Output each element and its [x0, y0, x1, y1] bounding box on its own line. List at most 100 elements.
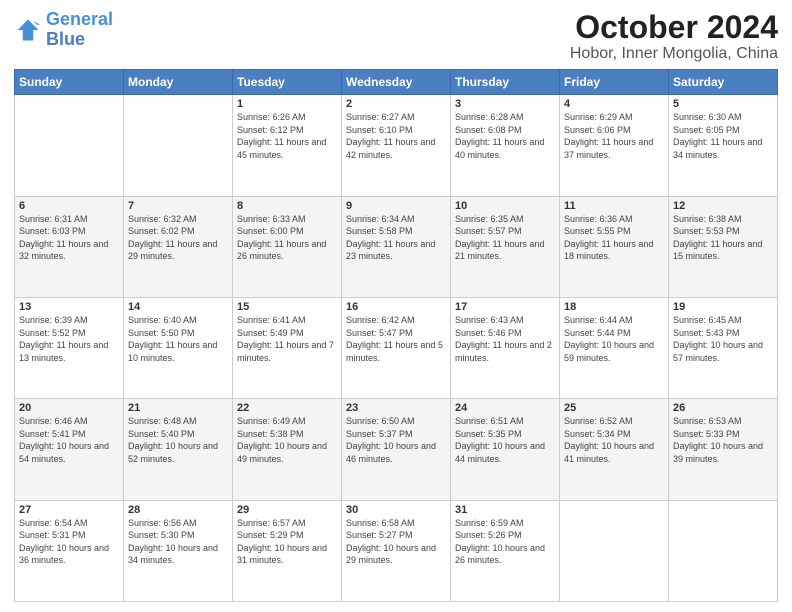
header-row: SundayMondayTuesdayWednesdayThursdayFrid…: [15, 70, 778, 95]
day-info: Sunrise: 6:28 AMSunset: 6:08 PMDaylight:…: [455, 111, 555, 161]
day-info: Sunrise: 6:59 AMSunset: 5:26 PMDaylight:…: [455, 517, 555, 567]
week-row-1: 6Sunrise: 6:31 AMSunset: 6:03 PMDaylight…: [15, 196, 778, 297]
calendar-cell: 23Sunrise: 6:50 AMSunset: 5:37 PMDayligh…: [342, 399, 451, 500]
calendar-cell: 4Sunrise: 6:29 AMSunset: 6:06 PMDaylight…: [560, 95, 669, 196]
day-number: 5: [673, 98, 773, 110]
day-number: 18: [564, 301, 664, 313]
day-number: 6: [19, 200, 119, 212]
day-info: Sunrise: 6:36 AMSunset: 5:55 PMDaylight:…: [564, 213, 664, 263]
day-info: Sunrise: 6:54 AMSunset: 5:31 PMDaylight:…: [19, 517, 119, 567]
header-day-wednesday: Wednesday: [342, 70, 451, 95]
day-number: 12: [673, 200, 773, 212]
title-block: October 2024 Hobor, Inner Mongolia, Chin…: [570, 10, 778, 63]
day-number: 27: [19, 504, 119, 516]
calendar-cell: 14Sunrise: 6:40 AMSunset: 5:50 PMDayligh…: [124, 297, 233, 398]
calendar-cell: 31Sunrise: 6:59 AMSunset: 5:26 PMDayligh…: [451, 500, 560, 601]
day-info: Sunrise: 6:57 AMSunset: 5:29 PMDaylight:…: [237, 517, 337, 567]
day-info: Sunrise: 6:44 AMSunset: 5:44 PMDaylight:…: [564, 314, 664, 364]
day-info: Sunrise: 6:27 AMSunset: 6:10 PMDaylight:…: [346, 111, 446, 161]
calendar-cell: [124, 95, 233, 196]
page-title: October 2024: [570, 10, 778, 45]
day-info: Sunrise: 6:42 AMSunset: 5:47 PMDaylight:…: [346, 314, 446, 364]
calendar-cell: 20Sunrise: 6:46 AMSunset: 5:41 PMDayligh…: [15, 399, 124, 500]
day-info: Sunrise: 6:40 AMSunset: 5:50 PMDaylight:…: [128, 314, 228, 364]
calendar-cell: 26Sunrise: 6:53 AMSunset: 5:33 PMDayligh…: [669, 399, 778, 500]
day-number: 9: [346, 200, 446, 212]
day-number: 13: [19, 301, 119, 313]
day-number: 2: [346, 98, 446, 110]
logo-line1: General: [46, 9, 113, 29]
day-info: Sunrise: 6:41 AMSunset: 5:49 PMDaylight:…: [237, 314, 337, 364]
day-number: 15: [237, 301, 337, 313]
day-info: Sunrise: 6:33 AMSunset: 6:00 PMDaylight:…: [237, 213, 337, 263]
logo-line2: Blue: [46, 29, 85, 49]
page-subtitle: Hobor, Inner Mongolia, China: [570, 45, 778, 63]
day-number: 10: [455, 200, 555, 212]
day-number: 7: [128, 200, 228, 212]
day-info: Sunrise: 6:45 AMSunset: 5:43 PMDaylight:…: [673, 314, 773, 364]
calendar-cell: 8Sunrise: 6:33 AMSunset: 6:00 PMDaylight…: [233, 196, 342, 297]
calendar-cell: 7Sunrise: 6:32 AMSunset: 6:02 PMDaylight…: [124, 196, 233, 297]
header-day-tuesday: Tuesday: [233, 70, 342, 95]
day-info: Sunrise: 6:46 AMSunset: 5:41 PMDaylight:…: [19, 415, 119, 465]
header: General Blue October 2024 Hobor, Inner M…: [14, 10, 778, 63]
calendar-body: 1Sunrise: 6:26 AMSunset: 6:12 PMDaylight…: [15, 95, 778, 602]
day-number: 21: [128, 402, 228, 414]
calendar-cell: 25Sunrise: 6:52 AMSunset: 5:34 PMDayligh…: [560, 399, 669, 500]
calendar-cell: 15Sunrise: 6:41 AMSunset: 5:49 PMDayligh…: [233, 297, 342, 398]
day-number: 23: [346, 402, 446, 414]
calendar-cell: 22Sunrise: 6:49 AMSunset: 5:38 PMDayligh…: [233, 399, 342, 500]
day-info: Sunrise: 6:35 AMSunset: 5:57 PMDaylight:…: [455, 213, 555, 263]
day-number: 16: [346, 301, 446, 313]
header-day-thursday: Thursday: [451, 70, 560, 95]
calendar-cell: 2Sunrise: 6:27 AMSunset: 6:10 PMDaylight…: [342, 95, 451, 196]
day-info: Sunrise: 6:52 AMSunset: 5:34 PMDaylight:…: [564, 415, 664, 465]
calendar-cell: 5Sunrise: 6:30 AMSunset: 6:05 PMDaylight…: [669, 95, 778, 196]
calendar-cell: 30Sunrise: 6:58 AMSunset: 5:27 PMDayligh…: [342, 500, 451, 601]
header-day-friday: Friday: [560, 70, 669, 95]
calendar-cell: 24Sunrise: 6:51 AMSunset: 5:35 PMDayligh…: [451, 399, 560, 500]
calendar-cell: 29Sunrise: 6:57 AMSunset: 5:29 PMDayligh…: [233, 500, 342, 601]
day-info: Sunrise: 6:38 AMSunset: 5:53 PMDaylight:…: [673, 213, 773, 263]
day-info: Sunrise: 6:34 AMSunset: 5:58 PMDaylight:…: [346, 213, 446, 263]
day-info: Sunrise: 6:58 AMSunset: 5:27 PMDaylight:…: [346, 517, 446, 567]
calendar-cell: 18Sunrise: 6:44 AMSunset: 5:44 PMDayligh…: [560, 297, 669, 398]
calendar-cell: 9Sunrise: 6:34 AMSunset: 5:58 PMDaylight…: [342, 196, 451, 297]
week-row-3: 20Sunrise: 6:46 AMSunset: 5:41 PMDayligh…: [15, 399, 778, 500]
day-info: Sunrise: 6:49 AMSunset: 5:38 PMDaylight:…: [237, 415, 337, 465]
calendar-cell: 27Sunrise: 6:54 AMSunset: 5:31 PMDayligh…: [15, 500, 124, 601]
calendar-cell: [15, 95, 124, 196]
calendar-cell: 19Sunrise: 6:45 AMSunset: 5:43 PMDayligh…: [669, 297, 778, 398]
day-number: 24: [455, 402, 555, 414]
logo-text: General Blue: [46, 10, 113, 50]
week-row-0: 1Sunrise: 6:26 AMSunset: 6:12 PMDaylight…: [15, 95, 778, 196]
day-number: 30: [346, 504, 446, 516]
calendar-cell: 1Sunrise: 6:26 AMSunset: 6:12 PMDaylight…: [233, 95, 342, 196]
calendar-cell: [669, 500, 778, 601]
calendar-cell: 12Sunrise: 6:38 AMSunset: 5:53 PMDayligh…: [669, 196, 778, 297]
day-number: 28: [128, 504, 228, 516]
day-info: Sunrise: 6:30 AMSunset: 6:05 PMDaylight:…: [673, 111, 773, 161]
week-row-2: 13Sunrise: 6:39 AMSunset: 5:52 PMDayligh…: [15, 297, 778, 398]
calendar-cell: 10Sunrise: 6:35 AMSunset: 5:57 PMDayligh…: [451, 196, 560, 297]
day-number: 26: [673, 402, 773, 414]
day-number: 4: [564, 98, 664, 110]
day-info: Sunrise: 6:48 AMSunset: 5:40 PMDaylight:…: [128, 415, 228, 465]
day-number: 22: [237, 402, 337, 414]
page: General Blue October 2024 Hobor, Inner M…: [0, 0, 792, 612]
day-number: 25: [564, 402, 664, 414]
day-info: Sunrise: 6:50 AMSunset: 5:37 PMDaylight:…: [346, 415, 446, 465]
day-number: 31: [455, 504, 555, 516]
day-info: Sunrise: 6:51 AMSunset: 5:35 PMDaylight:…: [455, 415, 555, 465]
day-info: Sunrise: 6:56 AMSunset: 5:30 PMDaylight:…: [128, 517, 228, 567]
day-info: Sunrise: 6:26 AMSunset: 6:12 PMDaylight:…: [237, 111, 337, 161]
header-day-sunday: Sunday: [15, 70, 124, 95]
day-number: 11: [564, 200, 664, 212]
calendar-cell: 3Sunrise: 6:28 AMSunset: 6:08 PMDaylight…: [451, 95, 560, 196]
logo: General Blue: [14, 10, 113, 50]
day-info: Sunrise: 6:31 AMSunset: 6:03 PMDaylight:…: [19, 213, 119, 263]
day-info: Sunrise: 6:43 AMSunset: 5:46 PMDaylight:…: [455, 314, 555, 364]
day-number: 29: [237, 504, 337, 516]
calendar-cell: 11Sunrise: 6:36 AMSunset: 5:55 PMDayligh…: [560, 196, 669, 297]
day-number: 20: [19, 402, 119, 414]
